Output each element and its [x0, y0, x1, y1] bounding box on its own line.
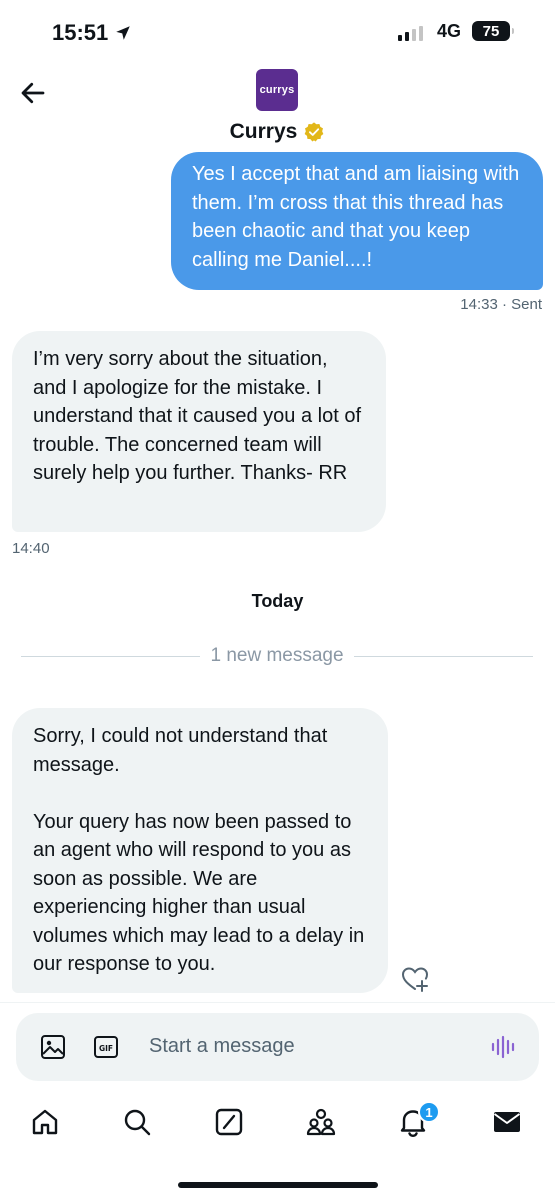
composer-divider — [0, 1002, 555, 1003]
message-timestamp: 14:40 — [12, 540, 50, 557]
network-type: 4G — [437, 21, 462, 41]
image-icon[interactable] — [40, 1034, 66, 1060]
home-icon[interactable] — [29, 1106, 61, 1138]
currys-avatar[interactable]: currys — [256, 69, 298, 111]
home-indicator — [178, 1182, 378, 1188]
divider-line — [21, 655, 201, 657]
message-paragraph: Your query has now been passed to an age… — [33, 810, 365, 976]
new-message-divider: 1 new message — [21, 645, 534, 667]
search-icon[interactable] — [121, 1106, 153, 1138]
status-bar: 15:51 4G 75 — [0, 0, 555, 64]
divider-line — [353, 655, 534, 657]
add-reaction-icon[interactable] — [400, 965, 430, 993]
status-time: 15:51 — [52, 20, 132, 46]
date-divider: Today — [251, 591, 304, 611]
received-message-bubble[interactable]: Sorry, I could not understand that messa… — [12, 708, 388, 993]
message-text: Yes I accept that and am liaising with t… — [192, 163, 520, 271]
new-message-label: 1 new message — [210, 645, 344, 666]
grok-icon[interactable] — [213, 1106, 245, 1138]
svg-text:GIF: GIF — [99, 1044, 113, 1053]
notifications-badge: 1 — [418, 1101, 440, 1123]
message-paragraph: Sorry, I could not understand that messa… — [33, 725, 328, 776]
message-composer[interactable]: GIF Start a message — [16, 1013, 539, 1081]
status-time-text: 15:51 — [52, 20, 109, 45]
back-arrow-icon[interactable] — [18, 78, 48, 108]
message-input-placeholder[interactable]: Start a message — [149, 1035, 295, 1058]
conversation-header: currys Currys — [0, 60, 555, 156]
battery-level: 75 — [482, 22, 500, 40]
bottom-tab-bar — [0, 1100, 555, 1150]
verified-badge-icon — [304, 122, 324, 142]
messages-envelope-icon[interactable] — [491, 1106, 523, 1138]
contact-name-row[interactable]: Currys — [0, 120, 555, 144]
gif-icon[interactable]: GIF — [93, 1034, 119, 1060]
message-text: I’m very sorry about the situation, and … — [33, 348, 361, 484]
location-arrow-icon — [116, 26, 131, 40]
sent-message-bubble[interactable]: Yes I accept that and am liaising with t… — [171, 152, 543, 290]
logo-text: currys — [259, 84, 295, 96]
signal-icon — [398, 26, 423, 41]
received-message-bubble[interactable]: I’m very sorry about the situation, and … — [12, 331, 386, 532]
voice-message-icon[interactable] — [490, 1034, 516, 1060]
communities-icon[interactable] — [305, 1106, 337, 1138]
contact-name: Currys — [229, 120, 298, 143]
message-timestamp: 14:33 · Sent — [460, 296, 542, 313]
battery-icon: 75 — [472, 21, 514, 41]
